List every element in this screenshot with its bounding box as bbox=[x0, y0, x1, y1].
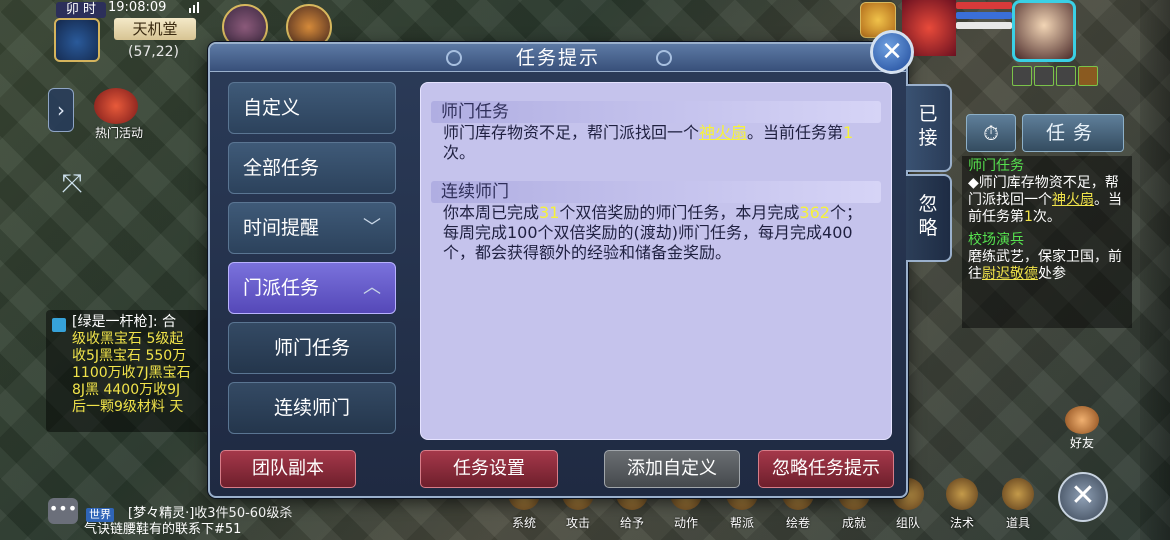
item-link[interactable]: 神火扇 bbox=[699, 123, 747, 142]
task-tracker[interactable]: 师门任务 ◆师门库存物资不足，帮门派找回一个神火扇。当前任务第1次。 校场演兵 … bbox=[962, 156, 1132, 328]
item-link[interactable]: 神火扇 bbox=[1052, 192, 1094, 208]
dialog-title: 任务提示 bbox=[515, 47, 600, 69]
task-section: 师门任务 师门库存物资不足，帮门派找回一个神火扇。当前任务第1次。 bbox=[431, 101, 881, 163]
chat-line: 级收黑宝石 5级起 bbox=[72, 331, 184, 347]
game-time-tag: 卯 时 bbox=[56, 2, 106, 18]
ignore-tips-button[interactable]: 忽略任务提示 bbox=[758, 450, 894, 488]
buff-icon bbox=[1012, 66, 1032, 86]
chat-line: [绿是一杆枪]: 合 bbox=[72, 314, 177, 330]
tab-label: 已接 bbox=[918, 103, 938, 149]
map-thumbnail[interactable] bbox=[54, 18, 100, 62]
chat-line: 8J黑 4400万收9J bbox=[72, 382, 181, 398]
hot-event-label: 热门活动 bbox=[94, 126, 143, 140]
section-heading: 师门任务 bbox=[431, 101, 881, 123]
category-time-reminder[interactable]: 时间提醒 ﹀ bbox=[228, 202, 396, 254]
network-icon bbox=[189, 2, 199, 13]
category-custom[interactable]: 自定义 bbox=[228, 82, 396, 134]
screen-edge bbox=[1140, 0, 1170, 540]
lantern-icon[interactable] bbox=[94, 88, 138, 124]
items-button[interactable]: 道具 bbox=[998, 478, 1038, 540]
chat-panel[interactable]: [绿是一杆枪]: 合 级收黑宝石 5级起 收5J黑宝石 550万 1100万收7… bbox=[46, 310, 210, 432]
location-name: 天机堂 bbox=[114, 18, 196, 40]
player-avatar[interactable] bbox=[1012, 0, 1076, 62]
chat-line: 收5J黑宝石 550万 bbox=[72, 348, 187, 364]
channel-icon bbox=[52, 318, 66, 332]
world-chat[interactable]: ••• 世界 [梦々精灵·]收3件50-60级杀 气诀链腰鞋有的联系下#51 bbox=[48, 496, 368, 540]
coordinates: (57,22) bbox=[128, 44, 180, 60]
task-section: 连续师门 你本周已完成31个双倍奖励的师门任务，本月完成362个；每周完成100… bbox=[431, 181, 881, 263]
dialog-side-tabs: 已接 忽略 bbox=[906, 84, 954, 264]
task-settings-button[interactable]: 任务设置 bbox=[420, 450, 558, 488]
buff-icon bbox=[1078, 66, 1098, 86]
buff-icon bbox=[1034, 66, 1054, 86]
friends-button[interactable]: 好友 bbox=[1060, 406, 1104, 454]
section-heading: 连续师门 bbox=[431, 181, 881, 203]
tracker-task-title[interactable]: 师门任务 bbox=[968, 158, 1126, 175]
tab-ignored[interactable]: 忽略 bbox=[906, 174, 952, 262]
category-all-tasks[interactable]: 全部任务 bbox=[228, 142, 396, 194]
collapse-menu-button[interactable]: ✕ bbox=[1058, 472, 1108, 522]
category-list: 自定义 全部任务 时间提醒 ﹀ 门派任务 ︿ 师门任务 连续师门 bbox=[228, 82, 398, 474]
section-text: 师门库存物资不足，帮门派找回一个神火扇。当前任务第1次。 bbox=[443, 123, 854, 162]
tracker-task-body[interactable]: 磨练武艺，保家卫国，前往尉迟敬德处参 bbox=[968, 249, 1126, 283]
chat-line: 1100万收7J黑宝石 bbox=[72, 365, 191, 381]
mp-bar bbox=[956, 12, 1012, 19]
tab-accepted[interactable]: 已接 bbox=[906, 84, 952, 172]
tracker-task-title[interactable]: 校场演兵 bbox=[968, 232, 1126, 249]
chat-line: 后一颗9级材料 天 bbox=[72, 399, 184, 415]
dialog-titlebar: 任务提示 bbox=[210, 44, 906, 72]
tracker-task-body[interactable]: ◆师门库存物资不足，帮门派找回一个神火扇。当前任务第1次。 bbox=[968, 175, 1126, 226]
chevron-up-icon: ︿ bbox=[363, 277, 381, 298]
category-sect-tasks[interactable]: 门派任务 ︿ bbox=[228, 262, 396, 314]
treasure-chest-icon bbox=[1002, 478, 1034, 510]
section-text: 你本周已完成31个双倍奖励的师门任务，本月完成362个；每周完成100个双倍奖励… bbox=[443, 203, 862, 262]
team-dungeon-button[interactable]: 团队副本 bbox=[220, 450, 356, 488]
handshake-icon bbox=[1065, 406, 1099, 434]
tracker-header: ⏱ 任务 bbox=[966, 114, 1124, 152]
buff-row bbox=[1012, 66, 1100, 88]
chat-message: 气诀链腰鞋有的联系下#51 bbox=[84, 522, 242, 537]
timer-icon[interactable]: ⏱ bbox=[966, 114, 1016, 152]
clock-text: 19:08:09 bbox=[108, 0, 167, 15]
chevron-down-icon: ﹀ bbox=[363, 217, 381, 238]
expand-icon[interactable]: ⤧ bbox=[52, 166, 92, 202]
hp-bar bbox=[956, 2, 1012, 9]
subcategory-continuous-master[interactable]: 连续师门 bbox=[228, 382, 396, 434]
tab-label: 忽略 bbox=[918, 193, 938, 239]
chevron-right-icon[interactable]: › bbox=[48, 88, 74, 132]
spell-icon bbox=[946, 478, 978, 510]
task-detail-panel: 师门任务 师门库存物资不足，帮门派找回一个神火扇。当前任务第1次。 连续师门 你… bbox=[420, 82, 892, 440]
subcategory-master-task[interactable]: 师门任务 bbox=[228, 322, 396, 374]
status-bars bbox=[956, 2, 1012, 32]
chat-message: [梦々精灵·]收3件50-60级杀 bbox=[128, 506, 293, 521]
task-tab-button[interactable]: 任务 bbox=[1022, 114, 1124, 152]
npc-link[interactable]: 尉迟敬德 bbox=[982, 266, 1038, 282]
clock-location-widget[interactable]: 卯 时 19:08:09 天机堂 (57,22) bbox=[52, 0, 200, 64]
buff-icon bbox=[1056, 66, 1076, 86]
chat-bubble-icon[interactable]: ••• bbox=[48, 498, 78, 524]
world-channel-tag: 世界 bbox=[86, 508, 114, 522]
task-tips-dialog: 任务提示 自定义 全部任务 时间提醒 ﹀ 门派任务 ︿ 师门任务 连续师门 师门任务… bbox=[208, 42, 908, 498]
add-custom-button[interactable]: 添加自定义 bbox=[604, 450, 740, 488]
spell-button[interactable]: 法术 bbox=[942, 478, 982, 540]
exp-bar bbox=[956, 22, 1012, 29]
close-button[interactable]: ✕ bbox=[870, 30, 914, 74]
